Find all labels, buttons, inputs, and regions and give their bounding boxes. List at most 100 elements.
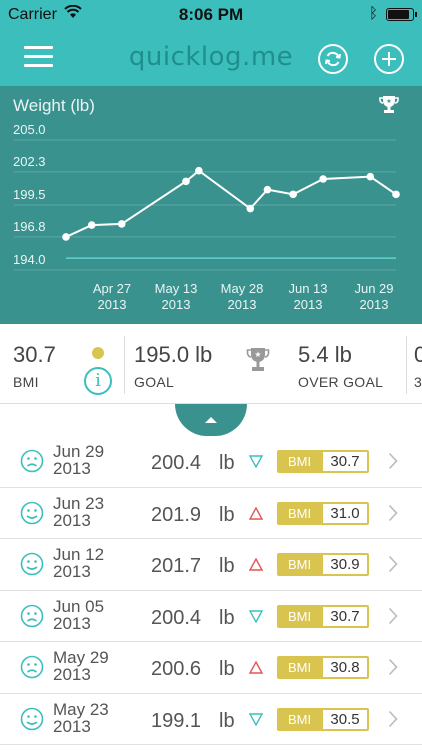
add-entry-button[interactable] <box>374 44 404 74</box>
entry-date-day: Jun 12 <box>53 545 105 564</box>
entry-weight: 199.1 <box>151 709 202 732</box>
bmi-value: 30.7 <box>13 342 56 367</box>
plus-icon <box>382 52 396 66</box>
refresh-button[interactable] <box>318 44 348 74</box>
y-tick-label: 205.0 <box>13 122 46 137</box>
entry-date-year: 2013 <box>53 562 91 581</box>
bmi-badge-value: 31.0 <box>323 503 367 523</box>
entry-unit: lb <box>219 606 235 629</box>
bmi-badge-label: BMI <box>288 505 312 521</box>
battery-icon <box>386 8 417 21</box>
entry-date: Jun 29 2013 <box>53 443 104 477</box>
bmi-badge: BMI 30.5 <box>277 707 369 731</box>
app-logo: quicklog.me <box>128 42 294 72</box>
entry-row[interactable]: Jun 29 2013 200.4 lb BMI 30.7 <box>0 436 422 488</box>
stats-row: 30.7 BMI i 195.0 lb GOAL ★ 5.4 lb OVER G… <box>0 324 422 404</box>
weight-data-point <box>246 204 255 213</box>
bmi-badge: BMI 30.8 <box>277 656 369 679</box>
y-tick-label: 194.0 <box>13 252 46 267</box>
trend-up-icon <box>249 661 263 674</box>
info-icon[interactable]: i <box>84 367 112 395</box>
sad-face-icon <box>20 449 44 473</box>
entry-date-year: 2013 <box>53 459 91 478</box>
over-goal-label: OVER GOAL <box>298 374 384 390</box>
entry-date-year: 2013 <box>53 716 91 736</box>
x-tick-label: Apr 27 <box>93 281 131 296</box>
entry-unit: lb <box>219 709 235 732</box>
weight-data-point <box>117 220 126 228</box>
chart-plot-area: 205.0202.3199.5196.8194.0Apr 272013May 1… <box>13 122 400 312</box>
bmi-badge-value: 30.8 <box>323 658 367 677</box>
weight-data-point <box>87 221 96 229</box>
divider <box>124 336 125 394</box>
bmi-badge-value: 30.7 <box>323 606 367 626</box>
next-stat-label-partial: 3 <box>414 374 422 390</box>
weight-chart: Weight (lb) ★ 205.0 202.3 199.5 196.8 194.0 A… <box>0 86 422 324</box>
svg-text:★: ★ <box>254 350 261 359</box>
x-tick-label: May 13 <box>155 281 198 296</box>
trend-down-icon <box>249 712 263 726</box>
collapse-chart-button[interactable] <box>175 404 247 436</box>
over-goal-value: 5.4 lb <box>298 342 352 367</box>
entry-date-day: Jun 29 <box>53 442 105 461</box>
entry-date-day: Jun 05 <box>53 596 105 616</box>
bmi-badge-label: BMI <box>288 660 312 675</box>
entry-row[interactable]: Jun 05 2013 200.4 lb BMI 30.7 <box>0 591 422 642</box>
sad-face-icon <box>20 604 44 627</box>
x-tick-year-label: 2013 <box>98 297 127 312</box>
weight-data-point <box>62 233 70 241</box>
entry-date-day: May 29 <box>53 648 109 667</box>
happy-face-icon <box>20 707 44 730</box>
chevron-right-icon[interactable] <box>388 710 398 728</box>
goal-value: 195.0 lb <box>134 342 213 367</box>
bmi-badge-value: 30.5 <box>323 709 367 729</box>
bluetooth-icon: ᛒ <box>368 5 378 22</box>
chevron-up-icon <box>205 417 217 423</box>
bmi-badge: BMI 31.0 <box>277 501 369 525</box>
goal-trophy-icon: ★ <box>246 348 270 371</box>
chevron-right-icon[interactable] <box>388 452 398 470</box>
weight-data-point <box>392 190 400 199</box>
y-tick-label: 196.8 <box>13 219 46 234</box>
entry-date-year: 2013 <box>53 613 91 633</box>
chevron-right-icon[interactable] <box>388 607 398 625</box>
x-tick-label: Jun 29 <box>354 281 393 296</box>
weight-data-point <box>195 166 203 175</box>
weight-data-point <box>182 177 190 186</box>
bmi-badge-value: 30.7 <box>323 452 367 471</box>
entry-row[interactable]: Jun 23 2013 201.9 lb BMI 31.0 <box>0 488 422 539</box>
bmi-label: BMI <box>13 374 39 390</box>
bmi-badge-label: BMI <box>288 557 312 572</box>
weight-series-line <box>65 169 397 238</box>
goal-label: GOAL <box>134 374 175 390</box>
x-tick-year-label: 2013 <box>228 297 257 312</box>
entry-row[interactable]: May 23 2013 199.1 lb BMI 30.5 <box>0 694 422 745</box>
bmi-badge: BMI 30.7 <box>277 604 369 628</box>
entry-row[interactable]: May 29 2013 200.6 lb BMI 30.8 <box>0 642 422 694</box>
divider <box>406 336 407 394</box>
x-tick-year-label: 2013 <box>162 297 191 312</box>
entry-date: Jun 12 2013 <box>53 546 104 580</box>
sad-face-icon <box>20 655 44 679</box>
entry-weight: 200.6 <box>151 658 202 680</box>
chevron-right-icon[interactable] <box>388 658 398 676</box>
entry-unit: lb <box>219 503 235 526</box>
happy-face-icon <box>20 552 44 576</box>
trend-up-icon <box>249 558 263 571</box>
bmi-status-dot <box>92 347 104 359</box>
chevron-right-icon[interactable] <box>388 504 398 522</box>
entry-weight: 200.4 <box>151 606 202 629</box>
chevron-right-icon[interactable] <box>388 555 398 573</box>
trend-up-icon <box>249 506 263 520</box>
bmi-badge: BMI 30.7 <box>277 450 369 473</box>
entry-row[interactable]: Jun 12 2013 201.7 lb BMI 30.9 <box>0 539 422 591</box>
next-stat-value-partial: 0 <box>414 342 422 367</box>
bmi-badge-value: 30.9 <box>323 555 367 574</box>
y-tick-label: 202.3 <box>13 154 46 169</box>
bmi-badge-label: BMI <box>288 608 312 624</box>
x-tick-label: May 28 <box>221 281 264 296</box>
trend-down-icon <box>249 455 263 468</box>
entry-date-day: May 23 <box>53 699 109 719</box>
weight-data-point <box>263 185 272 194</box>
bmi-badge-label: BMI <box>288 454 312 469</box>
